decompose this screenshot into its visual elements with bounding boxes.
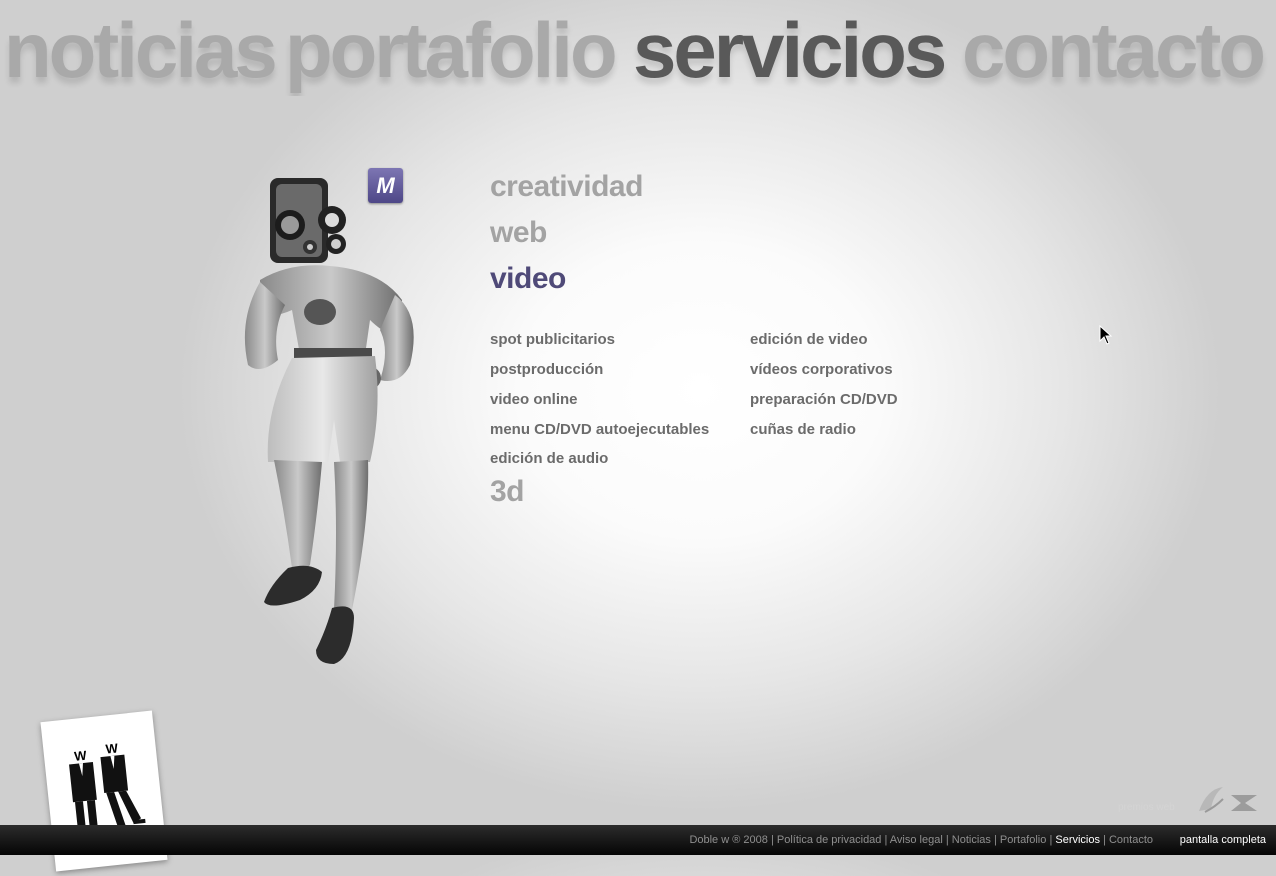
category-web[interactable]: web	[490, 216, 547, 250]
footer-link-aviso-legal[interactable]: Aviso legal	[890, 834, 943, 846]
footer-link-contacto[interactable]: Contacto	[1109, 834, 1153, 846]
footer-link-noticias[interactable]: Noticias	[952, 834, 991, 846]
service-item[interactable]: postproducción	[490, 361, 603, 378]
copyright-text: Doble w ® 2008	[689, 834, 768, 846]
service-item[interactable]: preparación CD/DVD	[750, 391, 898, 408]
nav-contacto[interactable]: contacto	[962, 6, 1266, 94]
service-item[interactable]: edición de video	[750, 331, 868, 348]
top-navigation: noticias portafolio servicios contacto	[0, 6, 1276, 96]
service-item[interactable]: menu CD/DVD autoejecutables	[490, 421, 709, 438]
category-3d[interactable]: 3d	[490, 475, 525, 509]
nav-servicios[interactable]: servicios	[633, 6, 947, 94]
category-video[interactable]: video	[490, 262, 566, 296]
service-item[interactable]: cuñas de radio	[750, 421, 856, 438]
fullscreen-button[interactable]: pantalla completa	[1180, 834, 1266, 846]
mouse-cursor-icon	[1099, 325, 1113, 345]
service-item[interactable]: spot publicitarios	[490, 331, 615, 348]
svg-text:W: W	[105, 740, 119, 756]
service-item[interactable]: vídeos corporativos	[750, 361, 893, 378]
nav-portafolio[interactable]: portafolio	[285, 6, 618, 94]
footer-links: Doble w ® 2008 | Política de privacidad …	[689, 834, 1153, 846]
footer-link-servicios[interactable]: Servicios	[1055, 834, 1100, 846]
svg-text:W: W	[73, 748, 87, 764]
footer-link-privacidad[interactable]: Política de privacidad	[777, 834, 882, 846]
nav-noticias[interactable]: noticias	[4, 6, 278, 94]
footer-link-portafolio[interactable]: Portafolio	[1000, 834, 1046, 846]
service-item[interactable]: video online	[490, 391, 578, 408]
m-badge-icon[interactable]: M	[368, 168, 403, 203]
camera-head-man-illustration	[244, 178, 414, 664]
service-item[interactable]: edición de audio	[490, 450, 608, 467]
award-logos-icon[interactable]	[1195, 785, 1265, 815]
premios-web-label[interactable]: premios web	[1118, 802, 1175, 813]
category-creatividad[interactable]: creatividad	[490, 170, 643, 204]
